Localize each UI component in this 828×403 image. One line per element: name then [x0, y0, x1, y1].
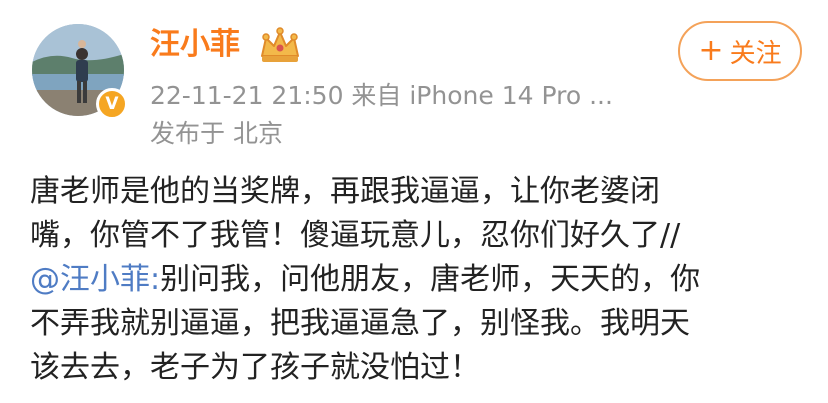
follow-label: 关注 — [729, 38, 782, 69]
follow-button[interactable]: + 关注 — [678, 21, 802, 81]
verified-icon: V — [96, 88, 128, 120]
post-text-line: 唐老师是他的当奖牌，再跟我逼逼，让你老婆闭 — [30, 174, 660, 209]
post-meta: 22-11-21 21:50 来自 iPhone 14 Pro ... — [150, 81, 613, 110]
post-text-line: 不弄我就别逼逼，把我逼逼急了，别怪我。我明天 — [30, 306, 690, 341]
post-text-line: 该去去，老子为了孩子就没怕过！ — [30, 350, 480, 385]
post-body: 唐老师是他的当奖牌，再跟我逼逼，让你老婆闭 嘴，你管不了我管！傻逼玩意儿，忍你们… — [30, 170, 810, 390]
post-header: V 汪小菲 22-11-21 21:50 来自 iPhone 14 Pro ..… — [0, 0, 828, 160]
plus-icon: + — [698, 33, 724, 68]
mention-link[interactable]: @汪小菲: — [30, 262, 160, 297]
post-text-line: @汪小菲:别问我，问他朋友，唐老师，天天的，你 — [30, 258, 810, 302]
post-text-segment: 别问我，问他朋友，唐老师，天天的，你 — [160, 262, 701, 297]
user-name[interactable]: 汪小菲 — [150, 24, 240, 66]
crown-icon — [261, 27, 299, 62]
avatar-container[interactable]: V — [32, 24, 128, 120]
post-text-line: 嘴，你管不了我管！傻逼玩意儿，忍你们好久了// — [30, 218, 681, 253]
post-location: 发布于 北京 — [150, 119, 283, 148]
